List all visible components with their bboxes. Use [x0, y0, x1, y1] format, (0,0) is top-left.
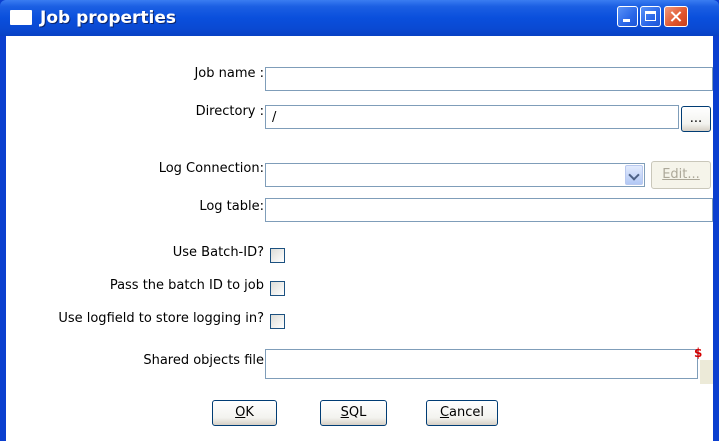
- shared-objects-input[interactable]: [265, 349, 698, 379]
- log-connection-label: Log Connection:: [158, 161, 264, 176]
- use-logfield-label: Use logfield to store logging in?: [58, 311, 264, 326]
- cancel-button[interactable]: Cancel: [426, 400, 498, 426]
- title-bar[interactable]: Job properties: [0, 0, 719, 36]
- edit-connection-label: Edit...: [662, 167, 700, 182]
- cancel-mnemonic: C: [439, 405, 450, 420]
- use-logfield-checkbox[interactable]: [270, 314, 285, 329]
- directory-label: Directory :: [195, 104, 264, 119]
- log-table-input[interactable]: [265, 198, 713, 222]
- shared-objects-label: Shared objects file: [143, 353, 264, 368]
- minimize-button[interactable]: [617, 6, 638, 27]
- pass-batch-id-label: Pass the batch ID to job: [109, 278, 264, 293]
- close-button[interactable]: [664, 6, 688, 27]
- variable-icon-strip: [700, 360, 713, 384]
- job-properties-window: Job properties Job name : Directory : ..…: [0, 0, 719, 441]
- browse-directory-button[interactable]: ...: [681, 106, 711, 132]
- dialog-client-area: Job name : Directory : ... Log Connectio…: [6, 36, 713, 441]
- edit-connection-button: Edit...: [651, 161, 711, 189]
- maximize-button[interactable]: [640, 6, 661, 27]
- ok-mnemonic: O: [235, 405, 246, 420]
- ok-label-rest: K: [245, 405, 254, 420]
- window-title: Job properties: [40, 8, 177, 28]
- ok-button[interactable]: OK: [212, 400, 277, 426]
- sql-button[interactable]: SQL: [320, 400, 387, 426]
- log-connection-select[interactable]: [265, 163, 645, 187]
- job-name-label: Job name :: [194, 66, 264, 81]
- variable-icon: $: [694, 346, 703, 360]
- directory-input[interactable]: [265, 105, 679, 129]
- sql-label-rest: QL: [348, 405, 367, 420]
- cancel-label-rest: ancel: [449, 405, 485, 420]
- job-name-input[interactable]: [265, 67, 713, 91]
- use-batch-id-label: Use Batch-ID?: [172, 245, 264, 260]
- use-batch-id-checkbox[interactable]: [270, 248, 285, 263]
- chevron-down-icon[interactable]: [625, 165, 643, 185]
- pass-batch-id-checkbox[interactable]: [270, 281, 285, 296]
- log-table-label: Log table:: [199, 199, 264, 214]
- window-icon: [10, 10, 32, 25]
- sql-mnemonic: S: [340, 405, 349, 420]
